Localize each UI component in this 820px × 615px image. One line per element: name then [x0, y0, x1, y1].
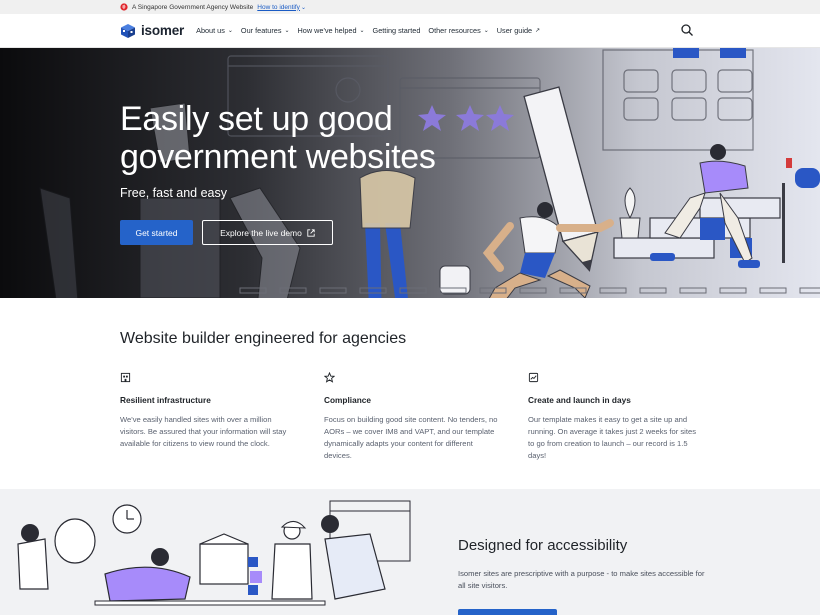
star-icon — [323, 371, 336, 383]
building-icon — [120, 372, 131, 383]
how-to-identify-link[interactable]: How to identify — [257, 4, 300, 11]
hero-title: Easily set up good government websites — [120, 100, 436, 176]
nav-how-weve-helped[interactable]: How we've helped ⌄ — [298, 26, 365, 35]
accessibility-button[interactable] — [458, 609, 557, 615]
feature-text: Focus on building good site content. No … — [324, 415, 498, 460]
feature-text: Our template makes it easy to get a site… — [528, 415, 696, 460]
explore-demo-button[interactable]: Explore the live demo — [202, 220, 333, 245]
chevron-down-icon: ⌄ — [359, 28, 365, 34]
feature-title: Resilient infrastructure — [120, 395, 211, 405]
nav-label: Other resources — [428, 26, 481, 35]
nav-our-features[interactable]: Our features ⌄ — [241, 26, 290, 35]
chevron-down-icon: ⌄ — [483, 28, 489, 34]
chevron-down-icon: ⌄ — [284, 28, 290, 34]
masthead-text: A Singapore Government Agency Website — [132, 3, 254, 11]
feature-title: Compliance — [324, 395, 372, 405]
chevron-down-icon: ⌄ — [300, 4, 306, 11]
nav-label: Our features — [240, 26, 282, 35]
external-link-icon — [307, 228, 315, 237]
nav-getting-started[interactable]: Getting started — [373, 26, 421, 35]
feature-title: Create and launch in days — [528, 395, 631, 405]
nav-label: About us — [196, 26, 225, 35]
search-icon[interactable] — [680, 23, 694, 37]
accessibility-text: Isomer sites are prescriptive with a pur… — [458, 569, 705, 590]
nav-about-us[interactable]: About us ⌄ — [196, 26, 233, 35]
features-heading: Website builder engineered for agencies — [120, 330, 407, 347]
nav-label: User guide — [496, 26, 533, 35]
nav-user-guide[interactable]: User guide ↗ — [497, 26, 540, 35]
feature-text: We've easily handled sites with over a m… — [120, 415, 287, 448]
feature-card: Compliance Focus on building good site c… — [323, 371, 499, 462]
features-section: Website builder engineered for agencies … — [0, 298, 820, 489]
lion-head-icon — [120, 3, 128, 11]
external-arrow-icon: ↗ — [535, 28, 541, 34]
nav-label: How we've helped — [297, 26, 357, 35]
accessibility-illustration — [17, 500, 411, 606]
chevron-down-icon: ⌄ — [227, 28, 233, 34]
nav-label: Getting started — [372, 26, 421, 35]
hero-subtitle: Free, fast and easy — [120, 186, 228, 200]
get-started-button[interactable]: Get started — [120, 220, 193, 245]
isomer-logo[interactable]: isomer — [120, 23, 184, 39]
accessibility-heading: Designed for accessibility — [458, 537, 628, 554]
isomer-cube-icon — [121, 23, 135, 38]
brand-name: isomer — [141, 23, 185, 38]
explore-demo-label: Explore the live demo — [220, 227, 302, 238]
hero-banner: Easily set up good government websites F… — [0, 48, 820, 298]
feature-card: Create and launch in days Our template m… — [528, 372, 703, 462]
gov-masthead: A Singapore Government Agency Website Ho… — [0, 0, 820, 14]
accessibility-section: Designed for accessibility Isomer sites … — [0, 489, 820, 615]
nav-other-resources[interactable]: Other resources ⌄ — [428, 26, 488, 35]
chart-icon — [528, 372, 539, 383]
feature-card: Resilient infrastructure We've easily ha… — [120, 372, 295, 450]
navbar: isomer About us ⌄ Our features ⌄ How we've… — [0, 14, 820, 48]
